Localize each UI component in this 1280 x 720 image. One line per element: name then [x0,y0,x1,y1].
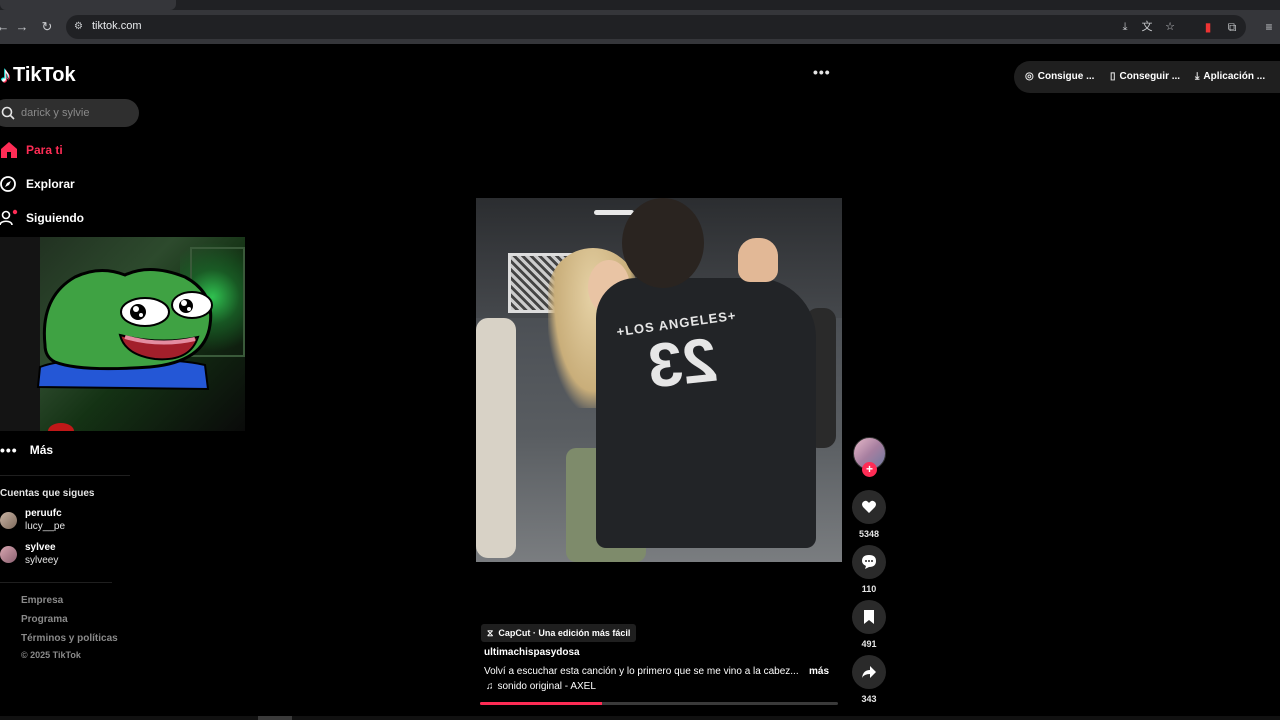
like-count: 5348 [858,529,880,539]
back-icon[interactable]: ← [0,18,12,36]
more-dots-icon: ••• [0,442,18,458]
nav-label: Para ti [26,143,63,157]
nav-item-mas[interactable]: ••• Más [0,440,53,460]
search-placeholder: darick y sylvie [21,107,90,119]
video-progress-bar[interactable] [480,702,838,705]
browser-toolbar: ← → ↻ ⚙ tiktok.com ⤓ 文 ☆ ▮ ⧉ ≡ [0,10,1280,44]
jersey-number: 23 [644,325,721,402]
sidebar-divider [0,475,130,476]
bookmark-icon [864,610,874,624]
more-options-icon[interactable]: ••• [813,64,831,80]
footer-link-programa[interactable]: Programa [21,614,68,625]
share-button[interactable] [852,655,886,689]
logo-text: TikTok [13,63,76,86]
live-preview-card[interactable] [0,237,245,431]
translate-icon[interactable]: 文 [1140,20,1154,34]
site-info-icon[interactable]: ⚙ [74,20,88,34]
get-coins-button[interactable]: ◎ Consigue ... [1025,71,1094,82]
search-icon [1,106,15,120]
scrollbar-thumb[interactable] [258,716,292,720]
capcut-label: CapCut · Una edición más fácil [498,628,631,638]
footer-link-empresa[interactable]: Empresa [21,595,63,606]
video-raised-hand [738,238,778,282]
nav-item-siguiendo[interactable]: Siguiendo [0,206,84,230]
video-description: Volví a escuchar esta canción y lo prime… [484,666,799,677]
top-action-label: Aplicación ... [1203,71,1266,82]
forward-icon[interactable]: → [13,18,31,36]
video-ceiling-light [594,210,634,215]
video-boy-head [622,198,704,288]
video-sound[interactable]: ♫ sonido original - AXEL [486,681,596,692]
get-app-button[interactable]: ▯ Conseguir ... [1110,71,1180,82]
capcut-icon: ⧖ [487,627,494,638]
share-count: 343 [861,694,877,704]
account-handle: lucy__pe [25,521,66,532]
capcut-badge[interactable]: ⧖ CapCut · Una edición más fácil [481,624,637,642]
browser-tab[interactable] [0,0,176,10]
avatar [0,546,17,563]
download-app-button[interactable]: ⤓ Aplicación ... [1195,71,1265,82]
heart-icon [862,500,876,513]
reading-list-icon[interactable]: ≡ [1260,18,1278,36]
browser-tabstrip [0,0,1280,10]
copyright-text: © 2025 TikTok [21,650,81,660]
url-text: tiktok.com [92,20,142,32]
nav-label: Siguiendo [26,211,84,225]
account-name: sylvee [25,542,56,553]
save-button[interactable] [852,600,886,634]
description-more-link[interactable]: más [809,666,829,677]
download-icon: ⤓ [1195,71,1200,82]
compass-icon [0,175,18,193]
extension-icon[interactable]: ▮ [1199,18,1217,36]
video-progress-fill [480,702,602,705]
follow-plus-icon[interactable]: + [862,462,877,477]
account-name: peruufc [25,508,62,519]
nav-label: Explorar [26,177,75,191]
save-count: 491 [861,639,877,649]
avatar [0,512,17,529]
sound-name: sonido original - AXEL [497,681,596,692]
account-handle: sylveey [25,555,59,566]
coin-icon: ◎ [1025,71,1034,82]
nav-label: Más [29,443,54,457]
music-note-icon: ♫ [486,681,494,692]
search-input[interactable]: darick y sylvie [0,99,139,127]
sidebar-divider [0,582,112,583]
like-button[interactable] [852,490,886,524]
top-action-label: Consigue ... [1037,71,1095,82]
pepe-frog-emote [36,268,213,391]
footer-link-terminos[interactable]: Términos y políticas [21,633,118,644]
comment-icon [862,555,876,569]
phone-icon: ▯ [1110,71,1116,82]
following-icon [0,209,18,227]
comment-count: 110 [861,584,877,594]
video-person-left [476,318,516,558]
address-bar[interactable]: ⚙ tiktok.com ⤓ 文 ☆ [66,15,1246,39]
install-icon[interactable]: ⤓ [1118,20,1132,34]
horizontal-scrollbar[interactable] [0,716,1280,720]
top-action-label: Conseguir ... [1119,71,1181,82]
extensions-puzzle-icon[interactable]: ⧉ [1223,18,1241,36]
video-player[interactable]: +LOS ANGELES+ 23 [476,198,842,562]
video-author-username[interactable]: ultimachispasydosa [484,647,580,658]
tiktok-note-icon: ♪ [0,62,11,87]
nav-item-para-ti[interactable]: Para ti [0,138,63,162]
bookmark-star-icon[interactable]: ☆ [1163,20,1177,34]
nav-item-explorar[interactable]: Explorar [0,172,75,196]
share-icon [862,666,876,678]
tiktok-logo[interactable]: ♪ TikTok [0,62,76,88]
following-section-title: Cuentas que sigues [0,488,95,499]
reload-icon[interactable]: ↻ [38,18,56,36]
top-actions-bar: ◎ Consigue ... ▯ Conseguir ... ⤓ Aplicac… [1014,61,1280,93]
home-icon [0,141,18,159]
comment-button[interactable] [852,545,886,579]
